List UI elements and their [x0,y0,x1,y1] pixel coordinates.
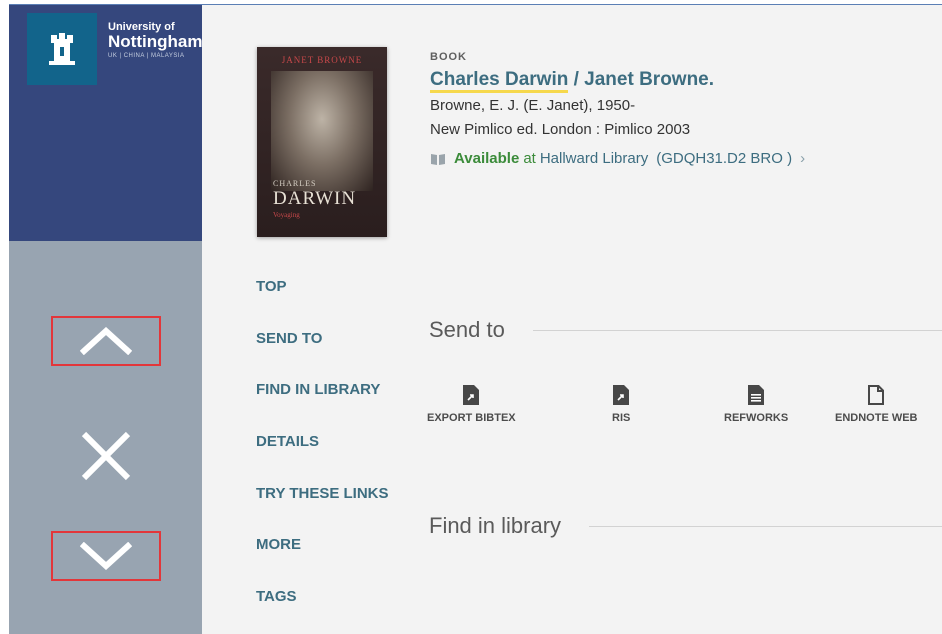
record-type: BOOK [430,51,467,63]
cover-portrait [271,71,373,191]
blank-file-icon [868,385,885,405]
export-bibtex-button[interactable]: EXPORT BIBTEX [427,385,516,424]
export-bibtex-label: EXPORT BIBTEX [427,412,516,424]
cover-title-big: DARWIN [273,188,357,209]
availability-status: Available [454,150,520,167]
chevron-right-icon[interactable]: › [800,149,805,169]
section-divider [589,525,942,527]
send-to-heading: Send to [429,317,942,343]
section-nav-details[interactable]: DETAILS [256,432,389,484]
section-nav-tags[interactable]: TAGS [256,587,389,634]
book-cover[interactable]: JANET BROWNE CHARLES DARWIN Voyaging [257,47,387,237]
export-file-icon [463,385,480,405]
endnote-web-label: ENDNOTE WEB [835,412,918,424]
export-file-icon [613,385,630,405]
send-to-heading-label: Send to [429,317,505,342]
ris-label: RIS [612,412,631,424]
call-number[interactable]: (GDQH31.D2 BRO ) [656,149,792,169]
record-edition: New Pimlico ed. London : Pimlico 2003 [430,121,691,138]
record-detail-panel: JANET BROWNE CHARLES DARWIN Voyaging BOO… [202,5,942,634]
section-divider [532,329,942,331]
availability-line[interactable]: Available at Hallward Library (GDQH31.D2… [430,149,940,169]
next-record-button[interactable] [51,531,161,581]
record-title-link[interactable]: Charles Darwin [430,69,569,93]
previous-record-button[interactable] [51,316,161,366]
record-title: Charles Darwin / Janet Browne. [430,68,940,93]
brand-band: University of Nottingham UK | CHINA | MA… [9,5,202,241]
refworks-label: REFWORKS [724,412,789,424]
university-logo[interactable]: University of Nottingham UK | CHINA | MA… [108,21,202,61]
section-nav-send-to[interactable]: SEND TO [256,329,389,381]
endnote-web-button[interactable]: ENDNOTE WEB [835,385,918,424]
chevron-up-icon [80,327,132,355]
library-link[interactable]: Hallward Library [540,149,648,169]
section-nav: TOP SEND TO FIND IN LIBRARY DETAILS TRY … [256,277,389,634]
section-nav-find-in-library[interactable]: FIND IN LIBRARY [256,380,389,432]
university-crest-icon [27,13,97,85]
section-nav-try-these-links[interactable]: TRY THESE LINKS [256,484,389,536]
section-nav-more[interactable]: MORE [256,535,389,587]
document-icon [748,385,765,405]
find-in-library-heading-label: Find in library [429,513,562,538]
chevron-down-icon [80,542,132,570]
open-book-icon [431,154,445,165]
cover-author: JANET BROWNE [281,55,363,65]
ris-button[interactable]: RIS [612,385,630,424]
refworks-button[interactable]: REFWORKS [724,385,788,424]
section-nav-top[interactable]: TOP [256,277,389,329]
cover-subtitle: Voyaging [273,211,300,219]
find-in-library-heading: Find in library [429,513,942,539]
record-title-author-link[interactable]: / Janet Browne. [568,69,714,90]
cover-title-small: CHARLES [273,179,317,188]
close-button[interactable] [76,426,136,486]
availability-at: at [523,150,536,167]
left-rail: University of Nottingham UK | CHINA | MA… [9,5,202,634]
record-author: Browne, E. J. (E. Janet), 1950- [430,97,636,114]
logo-line-2: Nottingham [108,32,202,51]
close-icon [81,431,131,481]
logo-line-3: UK | CHINA | MALAYSIA [108,53,185,59]
record-summary: BOOK Charles Darwin / Janet Browne. Brow… [430,50,940,169]
